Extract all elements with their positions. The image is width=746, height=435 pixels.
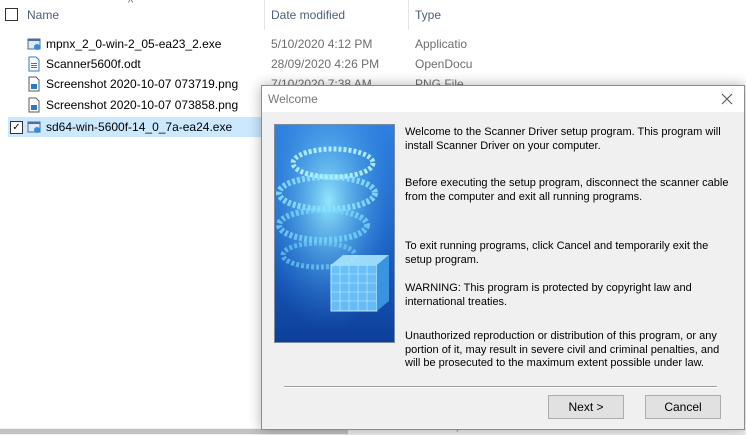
- file-name: sd64-win-5600f-14_0_7a-ea24.exe: [46, 120, 233, 134]
- image-icon: [28, 97, 40, 113]
- file-date: 28/09/2020 4:26 PM: [271, 57, 380, 71]
- setup-banner-image: [274, 124, 395, 343]
- welcome-paragraph: Welcome to the Scanner Driver setup prog…: [405, 126, 721, 152]
- file-row[interactable]: mpnx_2_0-win-2_05-ea23_2.exe 5/10/2020 4…: [8, 34, 472, 54]
- file-date: 5/10/2020 4:12 PM: [271, 37, 373, 51]
- cancel-button[interactable]: Cancel: [645, 395, 721, 419]
- warning-paragraph: WARNING: This program is protected by co…: [405, 282, 692, 308]
- sort-ascending-icon: ^: [128, 0, 134, 9]
- column-date-modified[interactable]: Date modified: [271, 8, 345, 22]
- close-button[interactable]: [710, 86, 744, 112]
- column-name[interactable]: Name: [27, 8, 59, 22]
- exe-icon: [27, 121, 41, 133]
- file-name: mpnx_2_0-win-2_05-ea23_2.exe: [46, 37, 222, 51]
- file-row[interactable]: Scanner5600f.odt 28/09/2020 4:26 PM Open…: [8, 54, 472, 74]
- select-all-checkbox[interactable]: [5, 8, 18, 21]
- column-divider[interactable]: [264, 0, 265, 30]
- column-type[interactable]: Type: [415, 8, 441, 22]
- dialog-divider: [284, 386, 717, 388]
- instruction-paragraph: Before executing the setup program, disc…: [405, 177, 729, 203]
- image-icon: [28, 76, 40, 92]
- file-name: Screenshot 2020-10-07 073719.png: [46, 77, 239, 91]
- file-name: Scanner5600f.odt: [46, 57, 141, 71]
- dialog-titlebar[interactable]: Welcome: [262, 86, 744, 112]
- document-icon: [28, 56, 40, 72]
- exit-paragraph: To exit running programs, click Cancel a…: [405, 240, 709, 266]
- file-type: Applicatio: [415, 37, 468, 51]
- column-divider[interactable]: [408, 0, 409, 30]
- file-row-selected[interactable]: ✓ sd64-win-5600f-14_0_7a-ea24.exe: [8, 117, 274, 137]
- dialog-title: Welcome: [268, 92, 318, 106]
- legal-paragraph: Unauthorized reproduction or distributio…: [405, 330, 720, 369]
- row-checkbox[interactable]: ✓: [10, 121, 23, 134]
- close-icon: [721, 93, 733, 105]
- column-header: ^ Name Date modified Type: [0, 0, 746, 30]
- file-type: OpenDocu: [415, 57, 472, 71]
- next-button[interactable]: Next >: [548, 395, 624, 419]
- exe-icon: [27, 38, 41, 50]
- setup-dialog: Welcome Welcome to the Scanner Driver se…: [261, 85, 745, 430]
- file-name: Screenshot 2020-10-07 073858.png: [46, 98, 239, 112]
